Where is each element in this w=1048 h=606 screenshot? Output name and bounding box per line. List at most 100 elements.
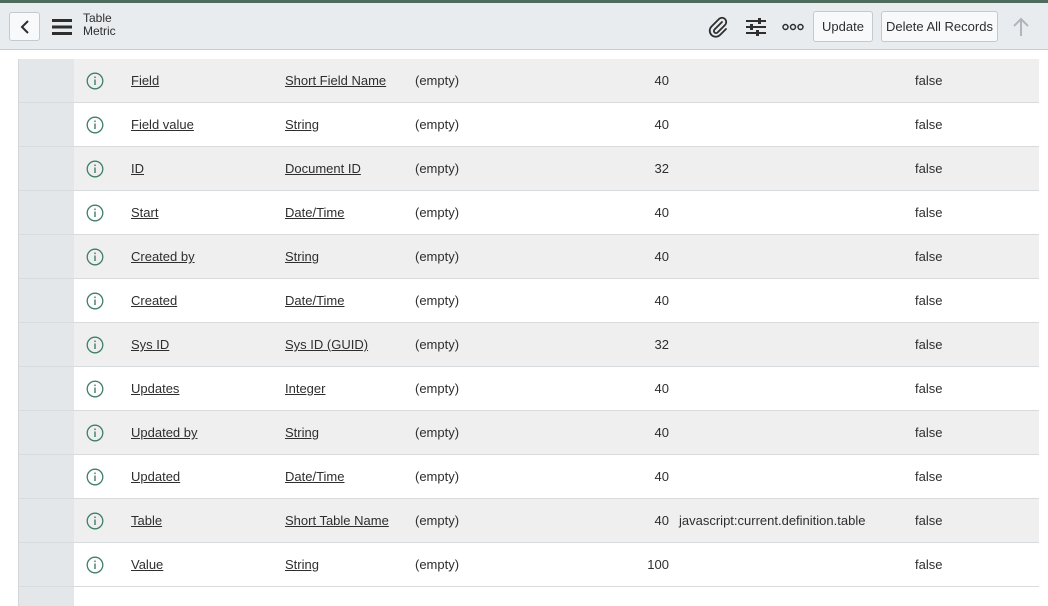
row-selector[interactable] [19, 411, 74, 454]
row-selector[interactable] [19, 59, 74, 102]
row-selector[interactable] [19, 543, 74, 586]
row-selector[interactable] [19, 455, 74, 498]
display-value: false [915, 293, 943, 308]
row-selector[interactable] [19, 323, 74, 366]
type-link[interactable]: String [285, 425, 319, 441]
column-label-link[interactable]: Updates [131, 381, 179, 397]
table-row[interactable]: Updates Integer (empty) 40 false [19, 367, 1039, 411]
more-options-icon[interactable] [781, 15, 805, 39]
max-length-value: 40 [654, 381, 669, 396]
default-value: javascript:current.definition.table [679, 513, 866, 528]
column-label-link[interactable]: Created [131, 293, 177, 309]
reference-value: (empty) [415, 337, 460, 352]
delete-all-records-button[interactable]: Delete All Records [881, 11, 998, 42]
type-link[interactable]: Short Table Name [285, 513, 389, 529]
row-selector[interactable] [19, 279, 74, 322]
max-length-value: 32 [654, 337, 669, 352]
reference-value: (empty) [415, 117, 460, 132]
update-button[interactable]: Update [813, 11, 873, 42]
column-label-link[interactable]: ID [131, 161, 144, 177]
info-icon[interactable] [86, 556, 104, 574]
max-length-value: 40 [654, 293, 669, 308]
info-icon[interactable] [86, 512, 104, 530]
type-link[interactable]: String [285, 557, 319, 573]
info-icon[interactable] [86, 116, 104, 134]
column-label-link[interactable]: Table [131, 513, 162, 529]
hamburger-menu-icon[interactable] [52, 18, 72, 36]
arrow-up-icon[interactable] [1009, 15, 1033, 39]
table-row[interactable]: Value String (empty) 100 false [19, 543, 1039, 587]
table-row[interactable]: Created by String (empty) 40 false [19, 235, 1039, 279]
display-value: false [915, 73, 943, 88]
reference-value: (empty) [415, 293, 460, 308]
info-icon[interactable] [86, 468, 104, 486]
info-icon[interactable] [86, 292, 104, 310]
column-label-link[interactable]: Start [131, 205, 158, 221]
table-row[interactable]: Field Short Field Name (empty) 40 false [19, 59, 1039, 103]
info-icon[interactable] [86, 72, 104, 90]
display-value: false [915, 381, 943, 396]
info-icon[interactable] [86, 380, 104, 398]
row-selector[interactable] [19, 367, 74, 410]
column-label-link[interactable]: Updated by [131, 425, 198, 441]
display-value: false [915, 469, 943, 484]
info-icon[interactable] [86, 160, 104, 178]
reference-value: (empty) [415, 73, 460, 88]
column-label-link[interactable]: Field [131, 73, 159, 89]
max-length-value: 32 [654, 161, 669, 176]
table-row[interactable]: Table Short Table Name (empty) 40 javascript… [19, 499, 1039, 543]
column-label-link[interactable]: Sys ID [131, 337, 169, 353]
column-label-link[interactable]: Value [131, 557, 163, 573]
display-value: false [915, 513, 943, 528]
reference-value: (empty) [415, 425, 460, 440]
type-link[interactable]: String [285, 117, 319, 133]
display-value: false [915, 425, 943, 440]
table-row[interactable]: Field value String (empty) 40 false [19, 103, 1039, 147]
table-row[interactable]: Updated by String (empty) 40 false [19, 411, 1039, 455]
max-length-value: 40 [654, 425, 669, 440]
row-selector[interactable] [19, 499, 74, 542]
row-selector[interactable] [19, 235, 74, 278]
row-selector[interactable] [19, 147, 74, 190]
max-length-value: 40 [654, 117, 669, 132]
reference-value: (empty) [415, 161, 460, 176]
max-length-value: 40 [654, 513, 669, 528]
type-link[interactable]: String [285, 249, 319, 265]
type-link[interactable]: Date/Time [285, 205, 344, 221]
row-selector [19, 587, 74, 606]
type-link[interactable]: Sys ID (GUID) [285, 337, 368, 353]
sliders-icon[interactable] [744, 15, 768, 39]
reference-value: (empty) [415, 557, 460, 572]
table-row[interactable]: ID Document ID (empty) 32 false [19, 147, 1039, 191]
table-row[interactable]: Sys ID Sys ID (GUID) (empty) 32 false [19, 323, 1039, 367]
table-row[interactable]: Created Date/Time (empty) 40 false [19, 279, 1039, 323]
column-label-link[interactable]: Updated [131, 469, 180, 485]
info-icon[interactable] [86, 424, 104, 442]
row-selector[interactable] [19, 103, 74, 146]
display-value: false [915, 557, 943, 572]
display-value: false [915, 249, 943, 264]
type-link[interactable]: Date/Time [285, 469, 344, 485]
form-title: Table Metric [83, 12, 116, 38]
table-row[interactable]: Updated Date/Time (empty) 40 false [19, 455, 1039, 499]
column-label-link[interactable]: Field value [131, 117, 194, 133]
info-icon[interactable] [86, 248, 104, 266]
table-row[interactable]: Start Date/Time (empty) 40 false [19, 191, 1039, 235]
back-button[interactable] [9, 12, 40, 41]
table-footer [19, 587, 1039, 606]
max-length-value: 40 [654, 73, 669, 88]
max-length-value: 40 [654, 249, 669, 264]
type-link[interactable]: Date/Time [285, 293, 344, 309]
type-link[interactable]: Short Field Name [285, 73, 386, 89]
max-length-value: 40 [654, 205, 669, 220]
row-selector[interactable] [19, 191, 74, 234]
info-icon[interactable] [86, 336, 104, 354]
info-icon[interactable] [86, 204, 104, 222]
paperclip-icon[interactable] [706, 15, 730, 39]
type-link[interactable]: Integer [285, 381, 325, 397]
type-link[interactable]: Document ID [285, 161, 361, 177]
reference-value: (empty) [415, 205, 460, 220]
column-label-link[interactable]: Created by [131, 249, 195, 265]
display-value: false [915, 337, 943, 352]
reference-value: (empty) [415, 469, 460, 484]
